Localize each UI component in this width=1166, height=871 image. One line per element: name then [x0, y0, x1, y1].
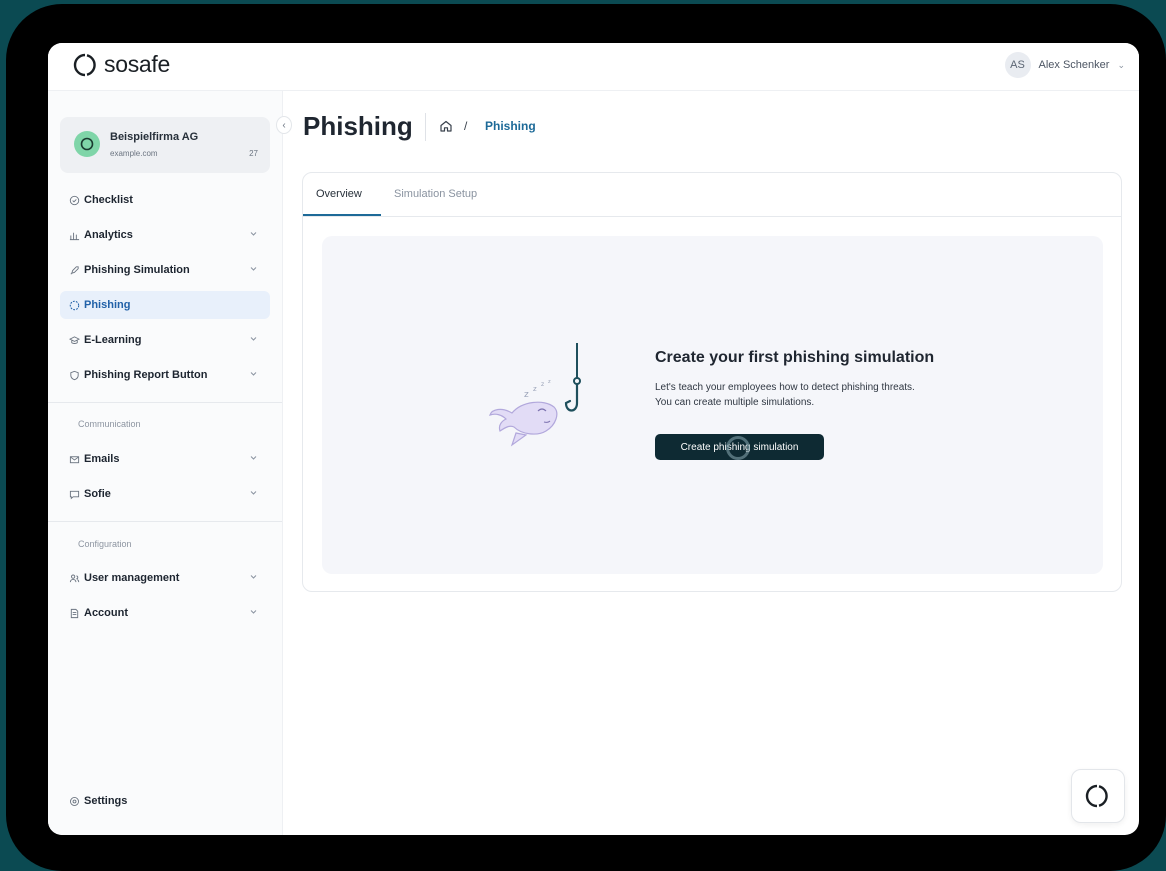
- users-icon: [68, 572, 80, 584]
- org-icon: [74, 131, 100, 157]
- sidebar-item-label: Analytics: [84, 229, 133, 241]
- user-name: Alex Schenker: [1038, 59, 1110, 71]
- sidebar-item-settings[interactable]: Settings: [60, 787, 270, 815]
- tab-overview[interactable]: Overview: [316, 188, 362, 200]
- sosafe-logo-icon: [73, 53, 96, 76]
- content-card: Overview Simulation Setup z z z z Create…: [302, 172, 1122, 592]
- sidebar-item-label: Phishing: [84, 299, 131, 311]
- tab-bar: Overview Simulation Setup: [303, 173, 1121, 217]
- breadcrumb-separator: /: [464, 119, 468, 133]
- sidebar-item-user-management[interactable]: User management: [60, 564, 270, 592]
- empty-state-desc-line: Let's teach your employees how to detect…: [655, 382, 915, 393]
- sidebar-item-analytics[interactable]: Analytics: [60, 221, 270, 249]
- org-domain: example.com: [110, 149, 158, 158]
- breadcrumb-current[interactable]: Phishing: [485, 119, 536, 133]
- title-divider: [425, 113, 426, 141]
- org-switcher[interactable]: Beispielfirma AG example.com 27: [60, 117, 270, 173]
- chevron-down-icon: [250, 575, 257, 579]
- sidebar-divider: [48, 521, 282, 522]
- sidebar-item-phishing-simulation[interactable]: Phishing Simulation: [60, 256, 270, 284]
- sidebar-item-checklist[interactable]: Checklist: [60, 186, 270, 214]
- user-menu[interactable]: AS Alex Schenker ⌄: [1004, 52, 1125, 78]
- top-bar: sosafe AS Alex Schenker ⌄: [48, 43, 1139, 91]
- brand-name: sosafe: [104, 51, 170, 77]
- org-user-count: 27: [249, 149, 258, 158]
- sidebar-collapse-button[interactable]: ‹: [276, 116, 292, 134]
- sosafe-logo-icon: [1085, 784, 1108, 808]
- sidebar-item-label: Checklist: [84, 194, 133, 206]
- document-icon: [68, 607, 80, 619]
- chevron-left-icon: ‹: [282, 119, 286, 131]
- sidebar-item-label: User management: [84, 572, 180, 584]
- rocket-icon: [68, 264, 80, 276]
- section-label-communication: Communication: [78, 419, 141, 429]
- mail-icon: [68, 453, 80, 465]
- sidebar-item-label: Emails: [84, 453, 120, 465]
- sidebar-item-label: Account: [84, 607, 128, 619]
- sidebar-item-label: Phishing Simulation: [84, 264, 190, 276]
- chevron-down-icon: ⌄: [1117, 59, 1125, 70]
- chevron-down-icon: [250, 456, 257, 460]
- brand-logo[interactable]: sosafe: [72, 51, 170, 78]
- hook-icon: [68, 299, 80, 311]
- sidebar-item-account[interactable]: Account: [60, 599, 270, 627]
- avatar: AS: [1004, 52, 1031, 78]
- sleeping-fish-hook-illustration: z z z z: [489, 343, 581, 447]
- chevron-down-icon: [250, 372, 257, 376]
- chevron-down-icon: [250, 337, 257, 341]
- chat-icon: [68, 488, 80, 500]
- org-name: Beispielfirma AG: [110, 131, 199, 143]
- graduation-cap-icon: [68, 334, 80, 346]
- check-circle-icon: [68, 194, 80, 206]
- shield-icon: [68, 369, 80, 381]
- sidebar-item-label: E-Learning: [84, 334, 142, 346]
- svg-text:z: z: [541, 381, 544, 388]
- bar-chart-icon: [68, 229, 80, 241]
- chevron-down-icon: [250, 491, 257, 495]
- sidebar-item-label: Phishing Report Button: [84, 369, 208, 381]
- app-screen: sosafe AS Alex Schenker ⌄ Beispielfirma …: [48, 43, 1139, 835]
- section-label-configuration: Configuration: [78, 539, 132, 549]
- gear-icon: [68, 795, 80, 807]
- sidebar-item-sofie[interactable]: Sofie: [60, 480, 270, 508]
- empty-state-description: Let's teach your employees how to detect…: [655, 380, 995, 410]
- tab-simulation-setup[interactable]: Simulation Setup: [394, 188, 477, 200]
- svg-text:z: z: [533, 385, 537, 393]
- sidebar-item-e-learning[interactable]: E-Learning: [60, 326, 270, 354]
- empty-state-desc-line: You can create multiple simulations.: [655, 397, 815, 408]
- chevron-down-icon: [250, 232, 257, 236]
- chevron-down-icon: [250, 267, 257, 271]
- sidebar-item-phishing[interactable]: Phishing: [60, 291, 270, 319]
- home-icon[interactable]: [439, 119, 453, 133]
- help-chat-button[interactable]: [1071, 769, 1125, 823]
- sidebar-item-phishing-report-button[interactable]: Phishing Report Button: [60, 361, 270, 389]
- empty-state: z z z z Create your first phishing simul…: [322, 236, 1103, 574]
- chevron-down-icon: [250, 610, 257, 614]
- sidebar-item-label: Sofie: [84, 488, 111, 500]
- svg-text:z: z: [548, 379, 551, 385]
- sidebar-item-emails[interactable]: Emails: [60, 445, 270, 473]
- sidebar-item-label: Settings: [84, 795, 128, 807]
- sidebar: Beispielfirma AG example.com 27 Checklis…: [48, 91, 283, 835]
- page-title: Phishing: [303, 111, 413, 141]
- svg-text:z: z: [524, 390, 529, 400]
- sidebar-divider: [48, 402, 282, 403]
- empty-state-title: Create your first phishing simulation: [655, 349, 935, 366]
- active-tab-indicator: [303, 214, 381, 216]
- create-phishing-simulation-button[interactable]: Create phishing simulation: [655, 434, 824, 460]
